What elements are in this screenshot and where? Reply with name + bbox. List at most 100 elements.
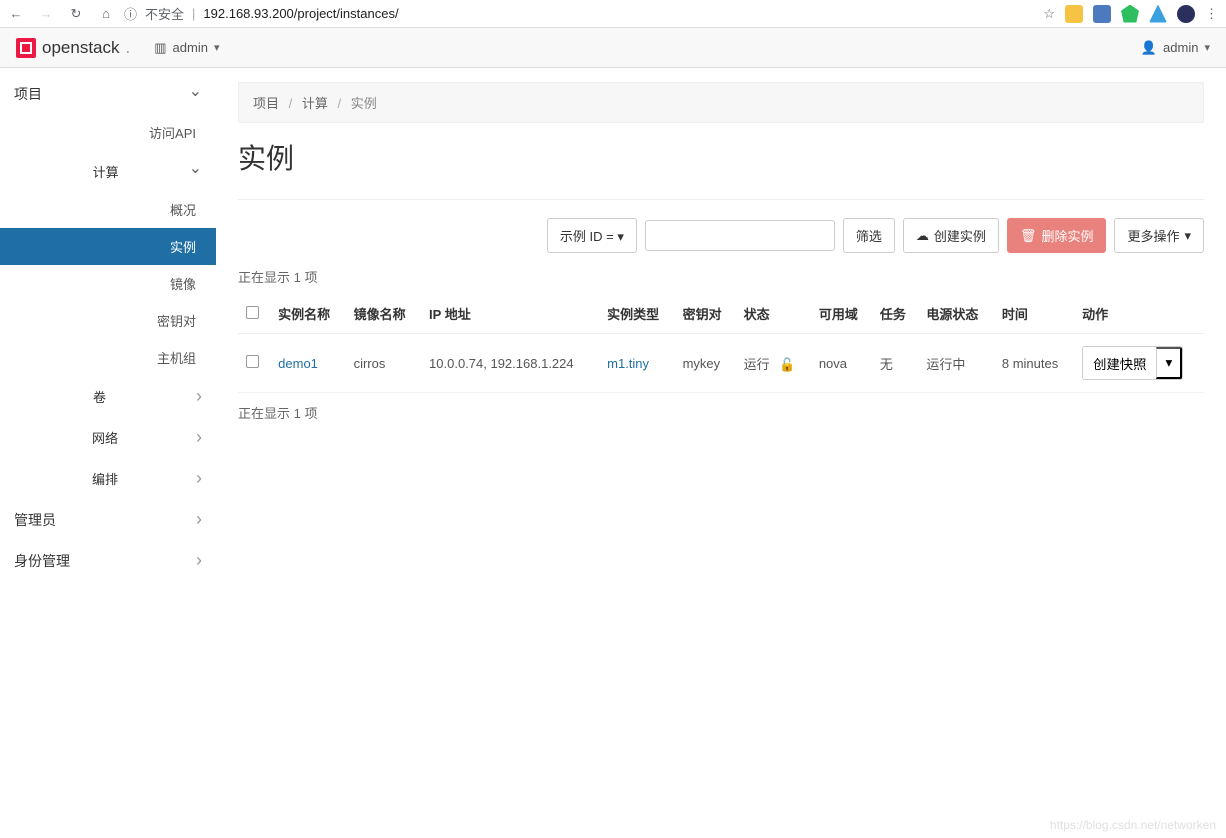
logo[interactable]: openstack. bbox=[16, 38, 130, 58]
extension-icon[interactable] bbox=[1065, 5, 1083, 23]
create-instance-button[interactable]: ☁ 创建实例 bbox=[903, 218, 999, 253]
col-actions: 动作 bbox=[1074, 294, 1204, 334]
url-text[interactable]: 192.168.93.200/project/instances/ bbox=[203, 6, 398, 21]
chevron-right-icon bbox=[196, 550, 202, 571]
instances-table: 实例名称 镜像名称 IP 地址 实例类型 密钥对 状态 可用域 任务 电源状态 … bbox=[238, 294, 1204, 393]
evernote-icon[interactable] bbox=[1121, 5, 1139, 23]
delete-instance-label: 删除实例 bbox=[1041, 226, 1093, 245]
chevron-right-icon bbox=[196, 468, 202, 489]
sidebar-item-compute[interactable]: 计算 bbox=[0, 151, 216, 191]
user-icon: 👤 bbox=[1141, 40, 1157, 56]
project-icon: ▥ bbox=[154, 40, 166, 56]
forward-icon[interactable]: → bbox=[38, 6, 54, 22]
filter-input[interactable] bbox=[645, 220, 835, 251]
items-count-top: 正在显示 1 项 bbox=[238, 267, 1204, 286]
breadcrumb-item[interactable]: 项目 bbox=[253, 96, 279, 111]
items-count-bottom: 正在显示 1 项 bbox=[238, 403, 1204, 422]
chevron-down-icon: ▾ bbox=[1184, 228, 1191, 244]
insecure-label: 不安全 bbox=[145, 4, 184, 23]
col-power[interactable]: 电源状态 bbox=[918, 294, 993, 334]
chevron-down-icon: ▾ bbox=[214, 41, 220, 54]
user-menu[interactable]: 👤 admin ▾ bbox=[1141, 40, 1210, 56]
back-icon[interactable]: ← bbox=[8, 6, 24, 22]
unlock-icon[interactable]: 🔓 bbox=[779, 357, 795, 372]
sidebar-item-label: 卷 bbox=[93, 387, 106, 406]
sidebar-item-server-groups[interactable]: 主机组 bbox=[0, 339, 216, 376]
row-checkbox[interactable] bbox=[246, 355, 259, 368]
cloud-upload-icon: ☁ bbox=[916, 228, 929, 244]
profile-avatar-icon[interactable] bbox=[1177, 5, 1195, 23]
breadcrumb-item: 实例 bbox=[351, 96, 377, 111]
col-flavor[interactable]: 实例类型 bbox=[599, 294, 674, 334]
sidebar-item-network[interactable]: 网络 bbox=[0, 417, 216, 458]
sidebar-item-images[interactable]: 镜像 bbox=[0, 265, 216, 302]
cell-power: 运行中 bbox=[918, 334, 993, 393]
create-instance-label: 创建实例 bbox=[934, 226, 986, 245]
col-name[interactable]: 实例名称 bbox=[270, 294, 345, 334]
sidebar-item-label: 管理员 bbox=[14, 510, 56, 530]
table-header-row: 实例名称 镜像名称 IP 地址 实例类型 密钥对 状态 可用域 任务 电源状态 … bbox=[238, 294, 1204, 334]
col-task[interactable]: 任务 bbox=[872, 294, 919, 334]
kebab-menu-icon[interactable]: ⋮ bbox=[1205, 6, 1218, 22]
create-snapshot-button[interactable]: 创建快照 bbox=[1083, 347, 1156, 379]
col-time[interactable]: 时间 bbox=[994, 294, 1074, 334]
sidebar-item-label: 编排 bbox=[92, 469, 118, 488]
sidebar-item-overview[interactable]: 概况 bbox=[0, 191, 216, 228]
flavor-link[interactable]: m1.tiny bbox=[607, 356, 649, 371]
cell-image: cirros bbox=[346, 334, 421, 393]
col-az[interactable]: 可用域 bbox=[811, 294, 872, 334]
sidebar-item-instances[interactable]: 实例 bbox=[0, 228, 216, 265]
sidebar: 项目 访问API 计算 概况 实例 镜像 密钥对 主机组 卷 网络 编排 管理员 bbox=[0, 68, 216, 838]
more-actions-label: 更多操作 bbox=[1127, 226, 1179, 245]
info-icon[interactable]: ⓘ bbox=[124, 4, 137, 23]
watermark: https://blog.csdn.net/networken bbox=[1050, 818, 1216, 832]
project-selector[interactable]: ▥ admin ▾ bbox=[154, 40, 219, 56]
sidebar-item-keypairs[interactable]: 密钥对 bbox=[0, 302, 216, 339]
openstack-logo-icon bbox=[16, 38, 36, 58]
cell-status: 运行 🔓 bbox=[736, 334, 811, 393]
col-keypair[interactable]: 密钥对 bbox=[675, 294, 736, 334]
col-status[interactable]: 状态 bbox=[736, 294, 811, 334]
sidebar-item-volumes[interactable]: 卷 bbox=[0, 376, 216, 417]
col-ip[interactable]: IP 地址 bbox=[421, 294, 599, 334]
content: 项目 / 计算 / 实例 实例 示例 ID = ▾ 筛选 ☁ 创建实例 🗑 删除… bbox=[216, 68, 1226, 838]
chevron-right-icon bbox=[196, 386, 202, 407]
chevron-down-icon: ▾ bbox=[1204, 41, 1210, 54]
sidebar-item-identity[interactable]: 身份管理 bbox=[0, 540, 216, 581]
extension-icon[interactable] bbox=[1093, 5, 1111, 23]
cell-time: 8 minutes bbox=[994, 334, 1074, 393]
filter-button[interactable]: 筛选 bbox=[843, 218, 895, 253]
chevron-down-icon: ▾ bbox=[617, 229, 624, 244]
more-actions-button[interactable]: 更多操作 ▾ bbox=[1114, 218, 1204, 253]
sidebar-item-label: 计算 bbox=[93, 162, 119, 181]
chevron-right-icon bbox=[196, 509, 202, 530]
sidebar-item-label: 网络 bbox=[92, 428, 118, 447]
bookmark-star-icon[interactable]: ☆ bbox=[1043, 6, 1055, 22]
brand-text: openstack bbox=[42, 38, 120, 58]
topbar: openstack. ▥ admin ▾ 👤 admin ▾ bbox=[0, 28, 1226, 68]
page-title: 实例 bbox=[238, 137, 1204, 177]
col-image[interactable]: 镜像名称 bbox=[346, 294, 421, 334]
sidebar-item-project[interactable]: 项目 bbox=[0, 74, 216, 114]
sidebar-item-orchestration[interactable]: 编排 bbox=[0, 458, 216, 499]
instance-name-link[interactable]: demo1 bbox=[278, 356, 318, 371]
delete-instance-button[interactable]: 🗑 删除实例 bbox=[1007, 218, 1107, 253]
sidebar-item-label: 项目 bbox=[14, 84, 42, 104]
chevron-down-icon bbox=[189, 161, 202, 181]
extension-icon[interactable] bbox=[1149, 5, 1167, 23]
row-action-dropdown[interactable]: ▾ bbox=[1156, 347, 1182, 379]
reload-icon[interactable]: ↻ bbox=[68, 6, 84, 22]
table-row: demo1 cirros 10.0.0.74, 192.168.1.224 m1… bbox=[238, 334, 1204, 393]
breadcrumb-item[interactable]: 计算 bbox=[302, 96, 328, 111]
home-icon[interactable]: ⌂ bbox=[98, 6, 114, 22]
breadcrumb: 项目 / 计算 / 实例 bbox=[238, 82, 1204, 123]
trash-icon: 🗑 bbox=[1020, 228, 1037, 244]
filter-field-dropdown[interactable]: 示例 ID = ▾ bbox=[547, 218, 637, 253]
cell-az: nova bbox=[811, 334, 872, 393]
sidebar-item-access-api[interactable]: 访问API bbox=[0, 114, 216, 151]
select-all-checkbox[interactable] bbox=[246, 306, 259, 319]
row-action-group: 创建快照 ▾ bbox=[1082, 346, 1183, 380]
sidebar-item-admin[interactable]: 管理员 bbox=[0, 499, 216, 540]
sidebar-item-label: 身份管理 bbox=[14, 551, 70, 571]
chevron-right-icon bbox=[196, 427, 202, 448]
